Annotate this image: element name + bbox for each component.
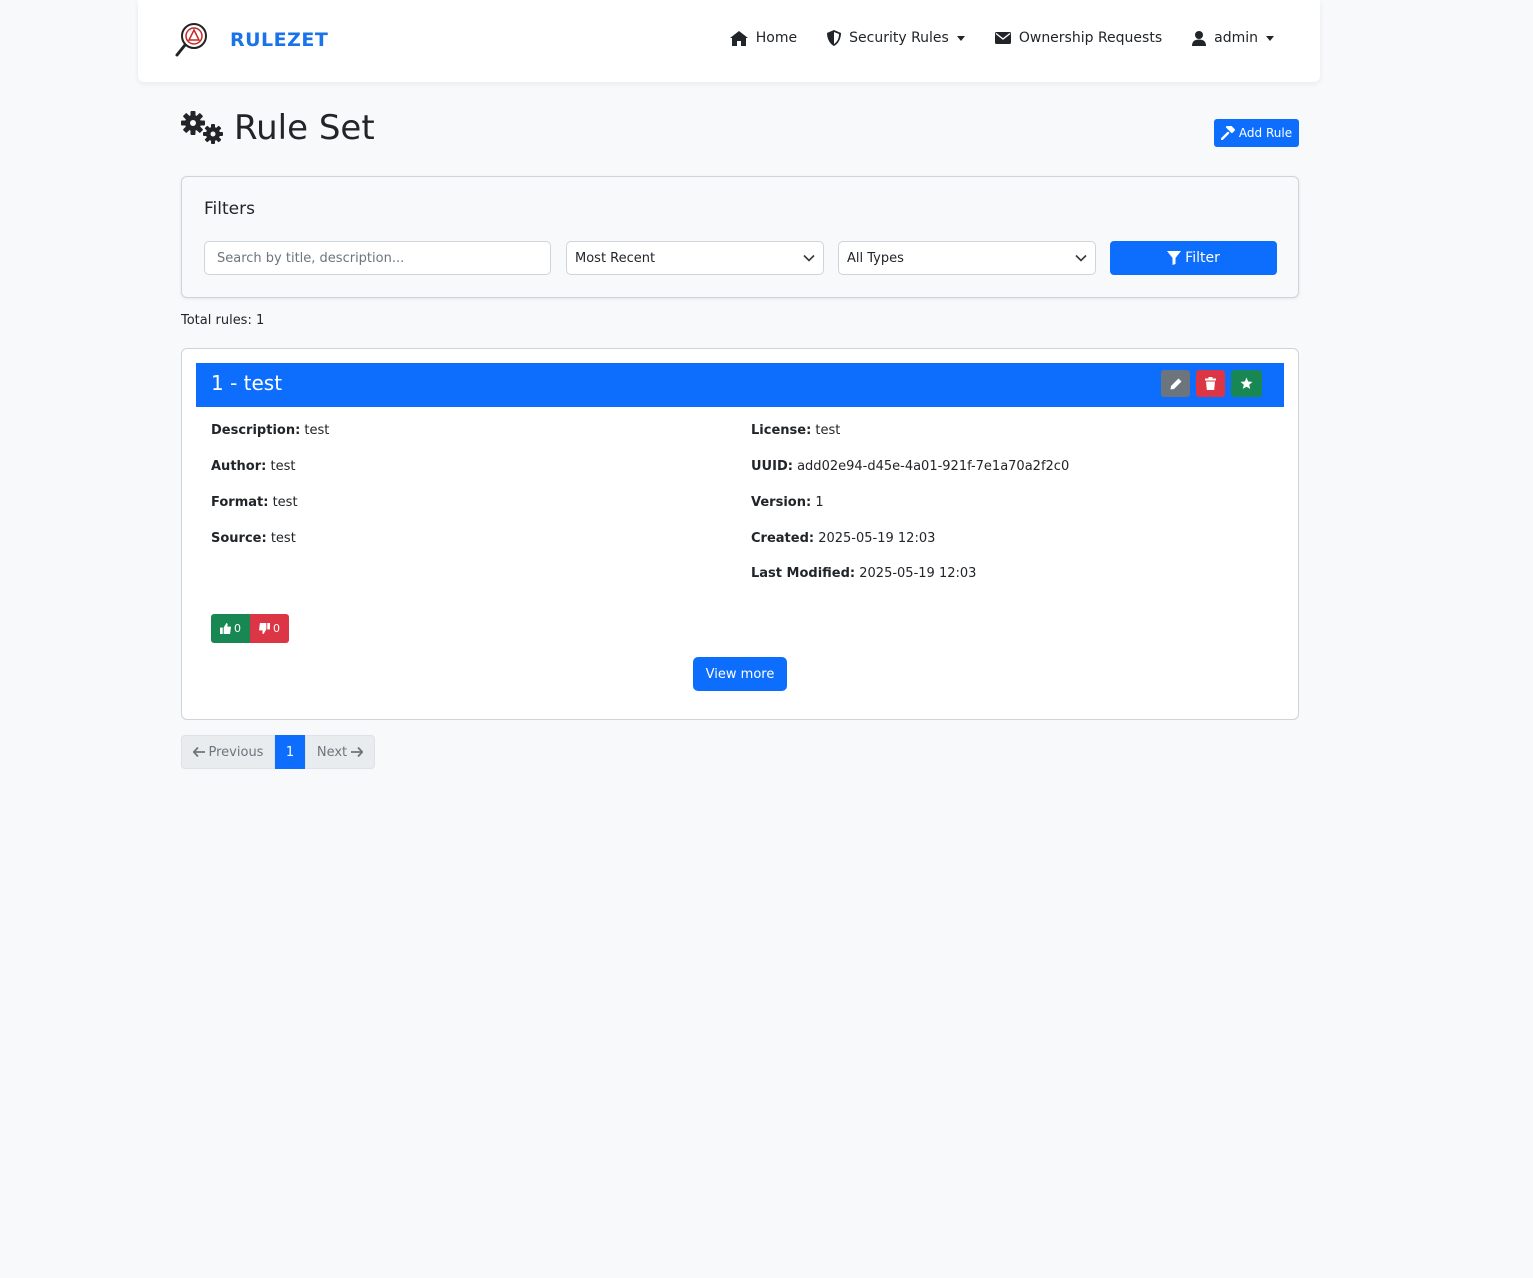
user-icon bbox=[1192, 30, 1207, 46]
downvote-count: 0 bbox=[273, 622, 280, 635]
chevron-down-icon bbox=[803, 254, 815, 262]
field-label: Created: bbox=[751, 531, 815, 546]
field-label: Author: bbox=[211, 459, 267, 474]
search-input[interactable] bbox=[204, 241, 551, 275]
field-value: test bbox=[815, 423, 841, 438]
field-version: Version: 1 bbox=[751, 495, 824, 510]
chevron-down-icon bbox=[1266, 35, 1274, 41]
page-title: Rule Set bbox=[180, 108, 375, 148]
upvote-count: 0 bbox=[234, 622, 241, 635]
filters-title: Filters bbox=[204, 199, 255, 219]
hammer-icon bbox=[1220, 126, 1235, 140]
field-license: License: test bbox=[751, 423, 840, 438]
field-value: test bbox=[272, 495, 298, 510]
page-number-current[interactable]: 1 bbox=[275, 735, 305, 769]
add-rule-label: Add Rule bbox=[1238, 126, 1293, 140]
field-format: Format: test bbox=[211, 495, 298, 510]
pagination: Previous 1 Next bbox=[181, 735, 375, 769]
nav-menu: Home Security Rules Ownership Requests a… bbox=[700, 30, 1274, 46]
previous-page-button[interactable]: Previous bbox=[181, 735, 275, 769]
field-last-modified: Last Modified: 2025-05-19 12:03 bbox=[751, 566, 976, 581]
field-author: Author: test bbox=[211, 459, 295, 474]
previous-label: Previous bbox=[208, 744, 264, 760]
top-navbar: RULEZET Home Security Rules Ownership Re… bbox=[138, 0, 1320, 82]
field-value: 2025-05-19 12:03 bbox=[859, 566, 977, 581]
home-icon bbox=[729, 30, 748, 46]
edit-rule-button[interactable] bbox=[1161, 370, 1190, 397]
thumbs-up-icon bbox=[220, 623, 231, 634]
nav-ownership-requests[interactable]: Ownership Requests bbox=[994, 30, 1163, 46]
downvote-button[interactable]: 0 bbox=[250, 614, 289, 643]
view-more-button[interactable]: View more bbox=[693, 657, 787, 691]
rule-card-header: 1 - test bbox=[196, 363, 1284, 407]
filter-button[interactable]: Filter bbox=[1110, 241, 1277, 275]
arrow-left-icon bbox=[192, 747, 205, 757]
next-label: Next bbox=[316, 744, 348, 760]
nav-ownership-requests-label: Ownership Requests bbox=[1018, 30, 1163, 46]
shield-icon bbox=[827, 30, 842, 46]
field-value: test bbox=[304, 423, 330, 438]
trash-icon bbox=[1205, 377, 1216, 390]
brand-name[interactable]: RULEZET bbox=[230, 29, 328, 51]
total-rules-count: Total rules: 1 bbox=[181, 313, 265, 328]
rule-title[interactable]: 1 - test bbox=[211, 371, 282, 395]
sort-select-value: Most Recent bbox=[575, 250, 656, 266]
field-value: test bbox=[270, 531, 296, 546]
type-select-value: All Types bbox=[847, 250, 904, 266]
rule-card: 1 - test Description: test Author: test … bbox=[181, 348, 1299, 720]
nav-home-label: Home bbox=[755, 30, 798, 46]
field-label: License: bbox=[751, 423, 812, 438]
field-created: Created: 2025-05-19 12:03 bbox=[751, 531, 935, 546]
delete-rule-button[interactable] bbox=[1196, 370, 1225, 397]
field-label: Description: bbox=[211, 423, 301, 438]
field-value: test bbox=[270, 459, 296, 474]
favorite-rule-button[interactable] bbox=[1231, 370, 1262, 397]
field-source: Source: test bbox=[211, 531, 296, 546]
field-value: 1 bbox=[815, 495, 824, 510]
nav-user-menu[interactable]: admin bbox=[1192, 30, 1274, 46]
field-label: Version: bbox=[751, 495, 812, 510]
type-select[interactable]: All Types bbox=[838, 241, 1096, 275]
field-uuid: UUID: add02e94-d45e-4a01-921f-7e1a70a2f2… bbox=[751, 459, 1069, 474]
field-value: add02e94-d45e-4a01-921f-7e1a70a2f2c0 bbox=[797, 459, 1070, 474]
star-icon bbox=[1240, 377, 1253, 389]
nav-security-rules-label: Security Rules bbox=[849, 30, 949, 46]
brand[interactable]: RULEZET bbox=[174, 20, 328, 60]
nav-user-label: admin bbox=[1214, 30, 1258, 46]
filter-button-label: Filter bbox=[1185, 250, 1220, 266]
page-title-text: Rule Set bbox=[234, 108, 375, 148]
field-value: 2025-05-19 12:03 bbox=[818, 531, 936, 546]
field-label: UUID: bbox=[751, 459, 793, 474]
magnifier-logo-icon bbox=[175, 23, 207, 57]
chevron-down-icon bbox=[1075, 254, 1087, 262]
nav-security-rules[interactable]: Security Rules bbox=[827, 30, 965, 46]
funnel-icon bbox=[1167, 251, 1182, 265]
field-label: Format: bbox=[211, 495, 269, 510]
filters-panel: Filters Most Recent All Types Filter bbox=[181, 176, 1299, 298]
field-label: Last Modified: bbox=[751, 566, 856, 581]
chevron-down-icon bbox=[956, 35, 965, 41]
sort-select[interactable]: Most Recent bbox=[566, 241, 824, 275]
thumbs-down-icon bbox=[259, 623, 270, 634]
next-page-button[interactable]: Next bbox=[305, 735, 375, 769]
envelope-icon bbox=[994, 32, 1011, 44]
nav-home[interactable]: Home bbox=[729, 30, 798, 46]
gears-icon bbox=[181, 111, 223, 144]
field-label: Source: bbox=[211, 531, 267, 546]
field-description: Description: test bbox=[211, 423, 329, 438]
add-rule-button[interactable]: Add Rule bbox=[1214, 119, 1299, 147]
pencil-icon bbox=[1170, 378, 1181, 389]
upvote-button[interactable]: 0 bbox=[211, 614, 250, 643]
arrow-right-icon bbox=[351, 747, 364, 757]
